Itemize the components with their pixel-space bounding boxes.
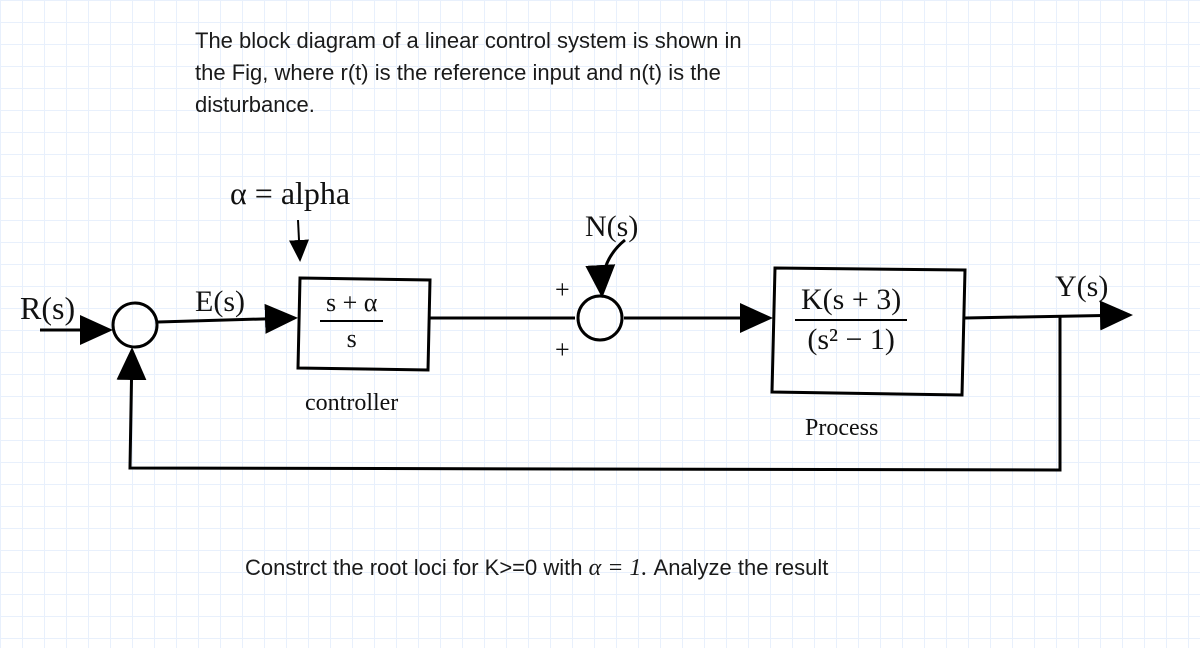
block-diagram-svg <box>0 0 1200 648</box>
controller-box <box>298 278 430 370</box>
summing-junction-1 <box>113 303 157 347</box>
arrow-n-to-sum2 <box>602 240 625 295</box>
alpha-pointer-arrow <box>298 220 300 260</box>
arrow-sum1-to-controller <box>158 318 295 322</box>
process-box <box>772 268 965 395</box>
summing-junction-2 <box>578 296 622 340</box>
arrow-process-to-y <box>965 315 1130 318</box>
